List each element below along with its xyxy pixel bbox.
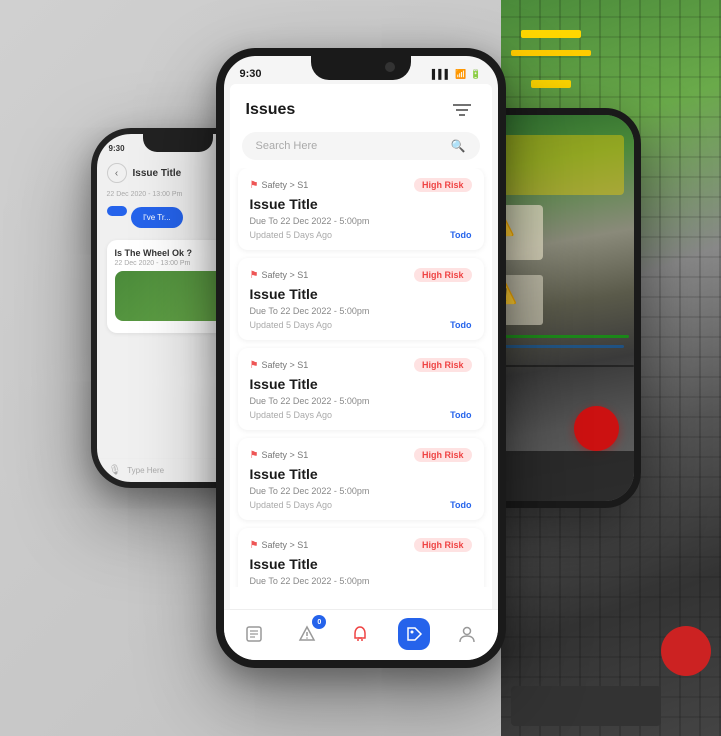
center-phone-time: 9:30: [240, 68, 262, 80]
app-header: Issues: [230, 84, 492, 132]
card-footer: Updated 5 Days Ago Todo: [250, 320, 472, 330]
card-header: ⚑ Safety > S1 High Risk: [250, 178, 472, 192]
blue-button[interactable]: [107, 206, 127, 216]
notifications-icon: [344, 618, 376, 650]
breadcrumb-icon: ⚑: [250, 180, 259, 191]
issue-card[interactable]: ⚑ Safety > S1 High Risk Issue Title Due …: [238, 168, 484, 250]
issue-title: Issue Title: [250, 196, 472, 212]
nav-item-alerts[interactable]: 0: [291, 618, 323, 650]
breadcrumb-icon: ⚑: [250, 270, 259, 281]
card-header: ⚑ Safety > S1 High Risk: [250, 538, 472, 552]
risk-badge: High Risk: [414, 268, 472, 282]
risk-badge: High Risk: [414, 178, 472, 192]
left-phone-time: 9:30: [109, 144, 125, 153]
status-badge: Todo: [450, 410, 471, 420]
breadcrumb: ⚑ Safety > S1: [250, 180, 309, 191]
issue-title: Issue Title: [250, 286, 472, 302]
phones-container: 9:30 ●●● ‹ Issue Title 22 Dec 2020 - 13:…: [81, 28, 641, 708]
breadcrumb-text: Safety > S1: [261, 360, 308, 370]
red-button-circle: [574, 406, 619, 451]
breadcrumb: ⚑ Safety > S1: [250, 450, 309, 461]
nav-item-notifications[interactable]: [344, 618, 376, 650]
nav-item-profile[interactable]: [451, 618, 483, 650]
card-header: ⚑ Safety > S1 High Risk: [250, 448, 472, 462]
card-footer: Updated 5 Days Ago Todo: [250, 500, 472, 510]
breadcrumb: ⚑ Safety > S1: [250, 360, 309, 371]
tasks-icon: [238, 618, 270, 650]
status-badge: Todo: [450, 230, 471, 240]
signal-icon: ▌▌▌: [432, 69, 451, 79]
ive-tried-button[interactable]: I've Tr...: [131, 207, 183, 228]
issue-title: Issue Title: [250, 466, 472, 482]
issue-title: Issue Title: [250, 556, 472, 572]
mic-icon[interactable]: 🎙: [109, 465, 122, 476]
issue-title: Issue Title: [250, 376, 472, 392]
battery-icon: 🔋: [470, 69, 481, 80]
breadcrumb-text: Safety > S1: [261, 540, 308, 550]
profile-icon: [451, 618, 483, 650]
breadcrumb: ⚑ Safety > S1: [250, 270, 309, 281]
red-button: [661, 626, 711, 676]
updated-text: Updated 5 Days Ago: [250, 320, 333, 330]
search-icon: 🔍: [451, 139, 466, 153]
issue-card[interactable]: ⚑ Safety > S1 High Risk Issue Title Due …: [238, 528, 484, 587]
card-header: ⚑ Safety > S1 High Risk: [250, 268, 472, 282]
card-footer: Updated 5 Days Ago Todo: [250, 230, 472, 240]
breadcrumb-text: Safety > S1: [261, 450, 308, 460]
breadcrumb-icon: ⚑: [250, 450, 259, 461]
status-indicators: ▌▌▌ 📶 🔋: [432, 69, 482, 80]
due-date: Due To 22 Dec 2022 - 5:00pm: [250, 576, 472, 586]
nav-item-tasks[interactable]: [238, 618, 270, 650]
status-badge: Todo: [450, 500, 471, 510]
breadcrumb-icon: ⚑: [250, 540, 259, 551]
breadcrumb-icon: ⚑: [250, 360, 259, 371]
breadcrumb-text: Safety > S1: [261, 180, 308, 190]
issue-card[interactable]: ⚑ Safety > S1 High Risk Issue Title Due …: [238, 258, 484, 340]
updated-text: Updated 5 Days Ago: [250, 410, 333, 420]
center-phone: 9:30 ▌▌▌ 📶 🔋 Issues Search Here: [216, 48, 506, 668]
breadcrumb: ⚑ Safety > S1: [250, 540, 309, 551]
due-date: Due To 22 Dec 2022 - 5:00pm: [250, 216, 472, 226]
app-screen: Issues Search Here 🔍 ⚑ Safety >: [230, 84, 492, 618]
updated-text: Updated 5 Days Ago: [250, 230, 333, 240]
search-placeholder: Search Here: [256, 140, 445, 152]
bottom-navigation: 0: [224, 609, 498, 660]
due-date: Due To 22 Dec 2022 - 5:00pm: [250, 396, 472, 406]
tags-icon: [398, 618, 430, 650]
card-footer: Updated 5 Days Ago Todo: [250, 410, 472, 420]
back-button[interactable]: ‹: [107, 163, 127, 183]
due-date: Due To 22 Dec 2022 - 5:00pm: [250, 306, 472, 316]
risk-badge: High Risk: [414, 358, 472, 372]
issue-card[interactable]: ⚑ Safety > S1 High Risk Issue Title Due …: [238, 348, 484, 430]
search-bar[interactable]: Search Here 🔍: [242, 132, 480, 160]
left-phone-title: Issue Title: [133, 168, 182, 179]
nav-item-tags[interactable]: [398, 618, 430, 650]
updated-text: Updated 5 Days Ago: [250, 500, 333, 510]
risk-badge: High Risk: [414, 448, 472, 462]
card-header: ⚑ Safety > S1 High Risk: [250, 358, 472, 372]
breadcrumb-text: Safety > S1: [261, 270, 308, 280]
filter-button[interactable]: [448, 96, 476, 124]
issues-list: ⚑ Safety > S1 High Risk Issue Title Due …: [230, 168, 492, 587]
camera-icon: [385, 62, 395, 72]
issue-card[interactable]: ⚑ Safety > S1 High Risk Issue Title Due …: [238, 438, 484, 520]
wifi-icon: 📶: [455, 69, 466, 80]
risk-badge: High Risk: [414, 538, 472, 552]
due-date: Due To 22 Dec 2022 - 5:00pm: [250, 486, 472, 496]
app-title: Issues: [246, 101, 296, 119]
center-phone-notch: [311, 56, 411, 80]
alerts-badge: 0: [312, 615, 326, 629]
status-badge: Todo: [450, 320, 471, 330]
left-phone-notch: [143, 134, 213, 152]
